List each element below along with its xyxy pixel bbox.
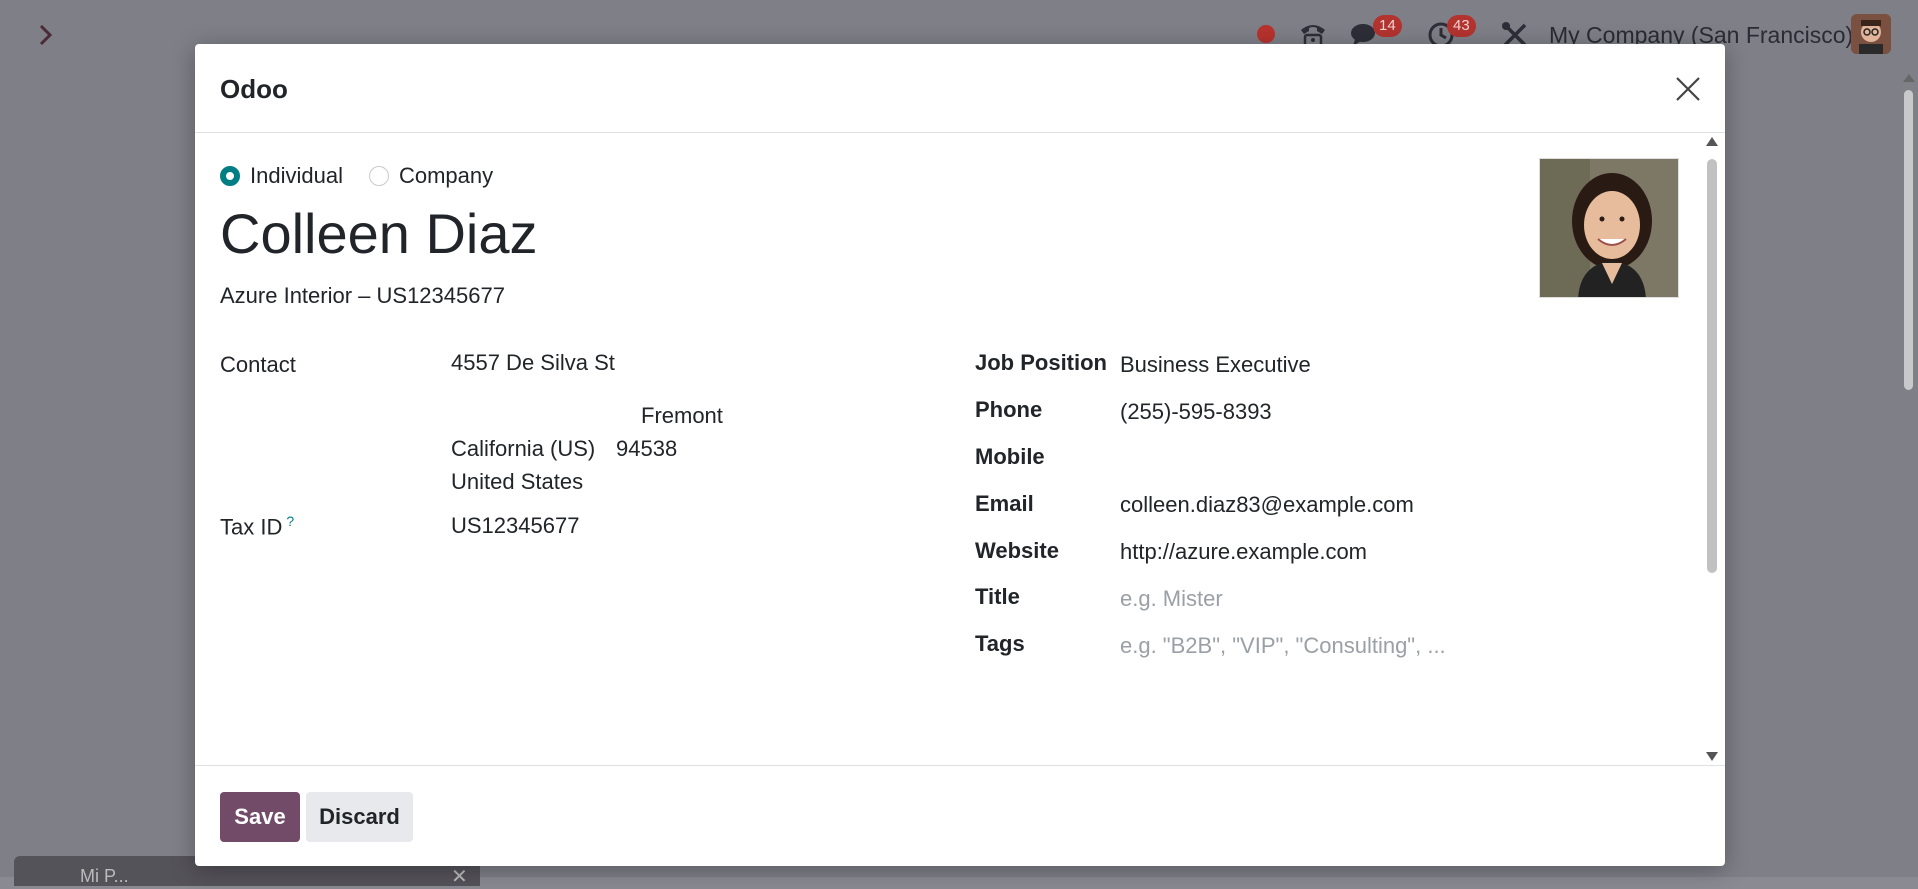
- email-input[interactable]: colleen.diaz83@example.com: [1120, 492, 1414, 518]
- job-position-label: Job Position: [975, 350, 1107, 375]
- radio-individual[interactable]: [220, 166, 240, 186]
- email-label: Email: [975, 491, 1034, 516]
- dialog-header: Odoo: [195, 44, 1725, 133]
- activities-badge: 43: [1447, 15, 1476, 37]
- contact-label: Contact: [220, 352, 296, 377]
- save-button[interactable]: Save: [220, 792, 300, 842]
- city-input[interactable]: Fremont: [641, 403, 723, 429]
- dialog-footer: Save Discard: [195, 765, 1725, 866]
- radio-individual-label[interactable]: Individual: [250, 163, 343, 189]
- radio-company-label[interactable]: Company: [399, 163, 493, 189]
- phone-input[interactable]: (255)-595-8393: [1120, 399, 1272, 425]
- user-avatar[interactable]: [1851, 14, 1891, 54]
- state-select[interactable]: California (US): [451, 436, 595, 462]
- dialog-title: Odoo: [220, 74, 288, 104]
- contact-dialog: Odoo Individual Company Colleen Diaz Azu…: [195, 44, 1725, 866]
- scroll-up-icon[interactable]: [1706, 137, 1718, 146]
- help-tooltip-icon[interactable]: ?: [286, 513, 294, 529]
- radio-company[interactable]: [368, 166, 389, 186]
- dialog-scrollbar[interactable]: [1704, 137, 1718, 761]
- street-input[interactable]: 4557 De Silva St: [451, 350, 615, 376]
- mobile-label: Mobile: [975, 444, 1045, 469]
- zip-input[interactable]: 94538: [616, 436, 677, 462]
- scroll-up-icon[interactable]: [1903, 74, 1915, 82]
- mobile-input[interactable]: [1120, 444, 1480, 472]
- record-indicator-icon[interactable]: [1257, 25, 1275, 43]
- dialog-body: Individual Company Colleen Diaz Azure In…: [195, 133, 1725, 765]
- partner-name-input[interactable]: Colleen Diaz: [220, 201, 538, 266]
- job-position-input[interactable]: Business Executive: [1120, 352, 1311, 378]
- parent-company-field[interactable]: Azure Interior – US12345677: [220, 283, 505, 309]
- website-input[interactable]: http://azure.example.com: [1120, 539, 1367, 565]
- messages-badge: 14: [1373, 15, 1402, 37]
- partner-photo[interactable]: [1539, 158, 1679, 298]
- website-label: Website: [975, 538, 1059, 563]
- tags-label: Tags: [975, 631, 1025, 656]
- page-scrollbar[interactable]: [1900, 70, 1916, 877]
- chevron-right-icon[interactable]: [30, 20, 60, 50]
- tax-id-label-text: Tax ID: [220, 514, 283, 540]
- title-select[interactable]: e.g. Mister: [1120, 586, 1223, 612]
- discard-button[interactable]: Discard: [306, 792, 413, 842]
- company-type-selector: Individual Company: [220, 163, 509, 189]
- dialog-scrollbar-thumb[interactable]: [1707, 159, 1717, 573]
- page-scrollbar-thumb[interactable]: [1904, 90, 1913, 390]
- tags-input[interactable]: e.g. "B2B", "VIP", "Consulting", ...: [1120, 633, 1446, 659]
- title-label: Title: [975, 584, 1020, 609]
- phone-label: Phone: [975, 397, 1043, 422]
- country-select[interactable]: United States: [451, 469, 583, 495]
- tax-id-label: Tax ID?: [220, 513, 294, 540]
- tax-id-input[interactable]: US12345677: [451, 513, 579, 539]
- scroll-down-icon[interactable]: [1706, 752, 1718, 761]
- close-icon[interactable]: [1673, 74, 1703, 104]
